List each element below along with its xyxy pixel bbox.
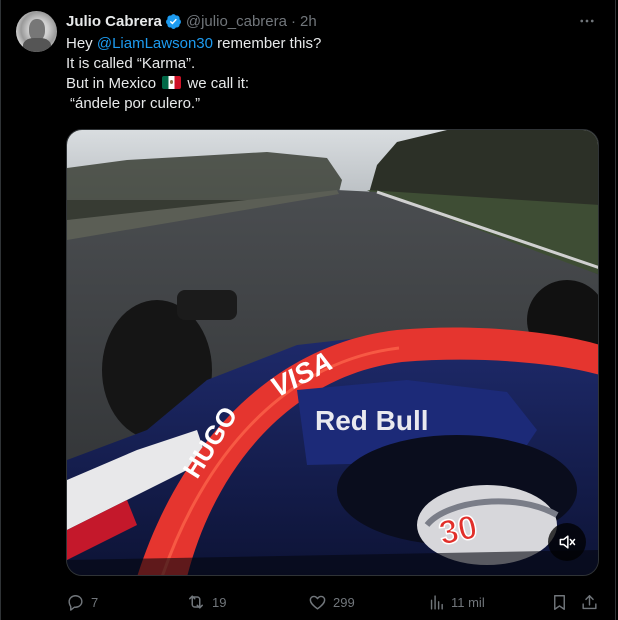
tweet-line-2: It is called “Karma”.: [66, 55, 196, 72]
car-number: 30: [436, 508, 481, 553]
muted-speaker-icon[interactable]: [548, 523, 586, 561]
views-bars-icon: [430, 594, 443, 610]
tweet-card[interactable]: Julio Cabrera @julio_cabrera · 2h Hey @L…: [0, 0, 616, 620]
author-handle[interactable]: @julio_cabrera: [186, 13, 287, 30]
view-count: 11 mil: [451, 594, 485, 610]
author-name[interactable]: Julio Cabrera: [66, 13, 162, 30]
tweet-actions: 7 19 299 11 mil: [66, 590, 604, 614]
reply-count: 7: [91, 594, 99, 610]
tweet-header: Julio Cabrera @julio_cabrera · 2h: [66, 11, 317, 31]
bookmark-icon: [554, 594, 565, 610]
text-fragment: we call it:: [183, 75, 250, 92]
heart-icon: [309, 595, 326, 610]
retweet-icon: [189, 595, 203, 609]
tweet-line-1: Hey @LiamLawson30 remember this?: [66, 34, 596, 54]
avatar-body: [23, 38, 51, 52]
text-fragment: remember this?: [212, 35, 322, 52]
separator-dot: ·: [291, 12, 296, 30]
mexico-flag-icon: [162, 76, 182, 89]
video-player[interactable]: HUGO VISA Red Bull 30: [66, 129, 599, 576]
avatar[interactable]: [16, 11, 57, 52]
retweet-button[interactable]: 19: [186, 590, 226, 614]
tweet-text: Hey @LiamLawson30 remember this? It is c…: [66, 34, 596, 114]
mention-link[interactable]: @LiamLawson30: [97, 35, 213, 52]
tweet-line-3: But in Mexico we call it:: [66, 74, 596, 94]
like-button[interactable]: 299: [308, 590, 355, 614]
retweet-count: 19: [212, 594, 227, 610]
share-icon: [582, 594, 597, 609]
share-button[interactable]: [580, 590, 605, 614]
like-count: 299: [333, 594, 355, 610]
reply-bubble-icon: [68, 594, 83, 611]
text-fragment: But in Mexico: [66, 75, 161, 92]
text-fragment: Hey: [66, 35, 97, 52]
timestamp[interactable]: 2h: [300, 13, 317, 30]
tweet-line-4: “ándele por culero.”: [70, 95, 201, 112]
reply-button[interactable]: 7: [66, 590, 98, 614]
more-dots-icon[interactable]: [577, 11, 597, 31]
engine-cover-logo: Red Bull: [315, 405, 429, 436]
bookmark-button[interactable]: [550, 590, 575, 614]
views-button[interactable]: 11 mil: [428, 590, 485, 614]
video-frame: HUGO VISA Red Bull 30: [67, 130, 598, 575]
verified-badge-icon: [165, 13, 182, 30]
